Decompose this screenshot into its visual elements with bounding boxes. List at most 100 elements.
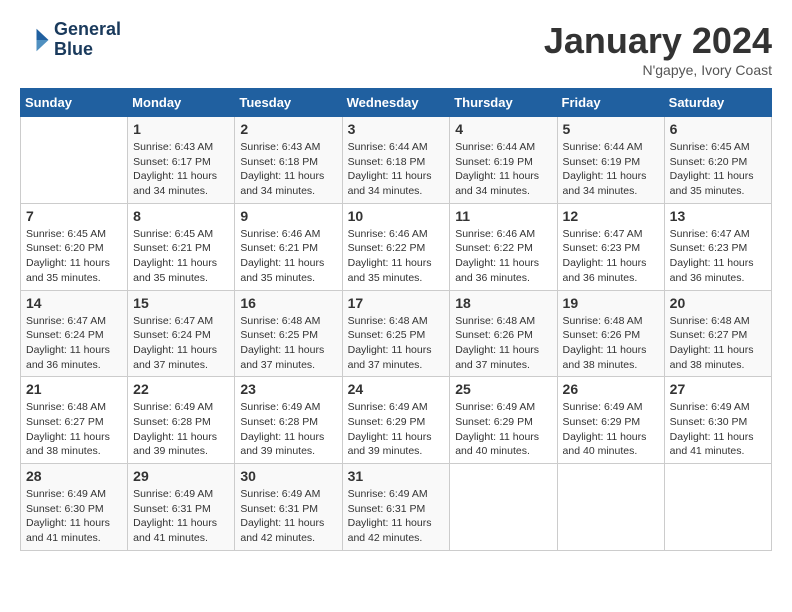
- weekday-header: Wednesday: [342, 89, 450, 117]
- cell-info: Sunrise: 6:44 AM Sunset: 6:19 PM Dayligh…: [455, 140, 551, 199]
- day-number: 8: [133, 208, 229, 224]
- cell-info: Sunrise: 6:49 AM Sunset: 6:29 PM Dayligh…: [348, 400, 445, 459]
- location: N'gapye, Ivory Coast: [544, 62, 772, 78]
- cell-info: Sunrise: 6:43 AM Sunset: 6:17 PM Dayligh…: [133, 140, 229, 199]
- calendar-cell: 23 Sunrise: 6:49 AM Sunset: 6:28 PM Dayli…: [235, 377, 342, 464]
- day-number: 5: [563, 121, 659, 137]
- cell-info: Sunrise: 6:45 AM Sunset: 6:20 PM Dayligh…: [26, 227, 122, 286]
- day-number: 25: [455, 381, 551, 397]
- calendar-cell: 15 Sunrise: 6:47 AM Sunset: 6:24 PM Dayli…: [128, 290, 235, 377]
- calendar-cell: 1Sunrise: 6:43 AM Sunset: 6:17 PM Daylig…: [128, 117, 235, 204]
- day-number: 22: [133, 381, 229, 397]
- cell-info: Sunrise: 6:49 AM Sunset: 6:30 PM Dayligh…: [26, 487, 122, 546]
- calendar-cell: 5 Sunrise: 6:44 AM Sunset: 6:19 PM Daylig…: [557, 117, 664, 204]
- cell-info: Sunrise: 6:49 AM Sunset: 6:31 PM Dayligh…: [240, 487, 336, 546]
- day-number: 30: [240, 468, 336, 484]
- cell-info: Sunrise: 6:45 AM Sunset: 6:21 PM Dayligh…: [133, 227, 229, 286]
- calendar-cell: [450, 464, 557, 551]
- logo-text: General Blue: [54, 20, 121, 60]
- day-number: 23: [240, 381, 336, 397]
- calendar-table: SundayMondayTuesdayWednesdayThursdayFrid…: [20, 88, 772, 551]
- cell-info: Sunrise: 6:49 AM Sunset: 6:28 PM Dayligh…: [133, 400, 229, 459]
- calendar-cell: 12 Sunrise: 6:47 AM Sunset: 6:23 PM Dayli…: [557, 203, 664, 290]
- calendar-cell: 16 Sunrise: 6:48 AM Sunset: 6:25 PM Dayli…: [235, 290, 342, 377]
- logo: General Blue: [20, 20, 121, 60]
- cell-info: Sunrise: 6:49 AM Sunset: 6:28 PM Dayligh…: [240, 400, 336, 459]
- weekday-header: Saturday: [664, 89, 771, 117]
- calendar-cell: 28 Sunrise: 6:49 AM Sunset: 6:30 PM Dayli…: [21, 464, 128, 551]
- cell-info: Sunrise: 6:48 AM Sunset: 6:27 PM Dayligh…: [670, 314, 766, 373]
- day-number: 9: [240, 208, 336, 224]
- calendar-cell: 24 Sunrise: 6:49 AM Sunset: 6:29 PM Dayli…: [342, 377, 450, 464]
- day-number: 21: [26, 381, 122, 397]
- cell-info: Sunrise: 6:47 AM Sunset: 6:24 PM Dayligh…: [133, 314, 229, 373]
- cell-info: Sunrise: 6:46 AM Sunset: 6:21 PM Dayligh…: [240, 227, 336, 286]
- day-number: 6: [670, 121, 766, 137]
- day-number: 13: [670, 208, 766, 224]
- cell-info: Sunrise: 6:44 AM Sunset: 6:19 PM Dayligh…: [563, 140, 659, 199]
- cell-info: Sunrise: 6:44 AM Sunset: 6:18 PM Dayligh…: [348, 140, 445, 199]
- day-number: 31: [348, 468, 445, 484]
- cell-info: Sunrise: 6:48 AM Sunset: 6:25 PM Dayligh…: [348, 314, 445, 373]
- day-number: 26: [563, 381, 659, 397]
- cell-info: Sunrise: 6:48 AM Sunset: 6:26 PM Dayligh…: [563, 314, 659, 373]
- cell-info: Sunrise: 6:46 AM Sunset: 6:22 PM Dayligh…: [455, 227, 551, 286]
- calendar-cell: 21 Sunrise: 6:48 AM Sunset: 6:27 PM Dayli…: [21, 377, 128, 464]
- calendar-cell: 18 Sunrise: 6:48 AM Sunset: 6:26 PM Dayli…: [450, 290, 557, 377]
- cell-info: Sunrise: 6:49 AM Sunset: 6:31 PM Dayligh…: [133, 487, 229, 546]
- day-number: 4: [455, 121, 551, 137]
- calendar-cell: 11 Sunrise: 6:46 AM Sunset: 6:22 PM Dayli…: [450, 203, 557, 290]
- calendar-cell: 25 Sunrise: 6:49 AM Sunset: 6:29 PM Dayli…: [450, 377, 557, 464]
- day-number: 10: [348, 208, 445, 224]
- calendar-cell: 20 Sunrise: 6:48 AM Sunset: 6:27 PM Dayli…: [664, 290, 771, 377]
- calendar-cell: 31 Sunrise: 6:49 AM Sunset: 6:31 PM Dayli…: [342, 464, 450, 551]
- calendar-cell: [664, 464, 771, 551]
- cell-info: Sunrise: 6:48 AM Sunset: 6:27 PM Dayligh…: [26, 400, 122, 459]
- calendar-cell: 22 Sunrise: 6:49 AM Sunset: 6:28 PM Dayli…: [128, 377, 235, 464]
- calendar-cell: 17Sunrise: 6:48 AM Sunset: 6:25 PM Dayli…: [342, 290, 450, 377]
- cell-info: Sunrise: 6:47 AM Sunset: 6:23 PM Dayligh…: [670, 227, 766, 286]
- calendar-cell: 9 Sunrise: 6:46 AM Sunset: 6:21 PM Daylig…: [235, 203, 342, 290]
- weekday-header: Friday: [557, 89, 664, 117]
- month-title: January 2024: [544, 20, 772, 62]
- day-number: 18: [455, 295, 551, 311]
- cell-info: Sunrise: 6:47 AM Sunset: 6:24 PM Dayligh…: [26, 314, 122, 373]
- day-number: 16: [240, 295, 336, 311]
- weekday-header: Thursday: [450, 89, 557, 117]
- calendar-cell: 27 Sunrise: 6:49 AM Sunset: 6:30 PM Dayli…: [664, 377, 771, 464]
- calendar-cell: 6 Sunrise: 6:45 AM Sunset: 6:20 PM Daylig…: [664, 117, 771, 204]
- day-number: 19: [563, 295, 659, 311]
- cell-info: Sunrise: 6:49 AM Sunset: 6:29 PM Dayligh…: [455, 400, 551, 459]
- calendar-cell: [557, 464, 664, 551]
- calendar-cell: [21, 117, 128, 204]
- calendar-cell: 8 Sunrise: 6:45 AM Sunset: 6:21 PM Daylig…: [128, 203, 235, 290]
- weekday-header: Monday: [128, 89, 235, 117]
- day-number: 28: [26, 468, 122, 484]
- calendar-cell: 13 Sunrise: 6:47 AM Sunset: 6:23 PM Dayli…: [664, 203, 771, 290]
- cell-info: Sunrise: 6:49 AM Sunset: 6:29 PM Dayligh…: [563, 400, 659, 459]
- logo-icon: [20, 25, 50, 55]
- cell-info: Sunrise: 6:43 AM Sunset: 6:18 PM Dayligh…: [240, 140, 336, 199]
- cell-info: Sunrise: 6:49 AM Sunset: 6:30 PM Dayligh…: [670, 400, 766, 459]
- weekday-header: Sunday: [21, 89, 128, 117]
- calendar-cell: 2 Sunrise: 6:43 AM Sunset: 6:18 PM Daylig…: [235, 117, 342, 204]
- cell-info: Sunrise: 6:45 AM Sunset: 6:20 PM Dayligh…: [670, 140, 766, 199]
- calendar-cell: 26 Sunrise: 6:49 AM Sunset: 6:29 PM Dayli…: [557, 377, 664, 464]
- cell-info: Sunrise: 6:49 AM Sunset: 6:31 PM Dayligh…: [348, 487, 445, 546]
- day-number: 11: [455, 208, 551, 224]
- page-header: General Blue January 2024 N'gapye, Ivory…: [20, 20, 772, 78]
- day-number: 27: [670, 381, 766, 397]
- cell-info: Sunrise: 6:48 AM Sunset: 6:25 PM Dayligh…: [240, 314, 336, 373]
- day-number: 2: [240, 121, 336, 137]
- day-number: 24: [348, 381, 445, 397]
- calendar-cell: 10Sunrise: 6:46 AM Sunset: 6:22 PM Dayli…: [342, 203, 450, 290]
- title-block: January 2024 N'gapye, Ivory Coast: [544, 20, 772, 78]
- day-number: 20: [670, 295, 766, 311]
- cell-info: Sunrise: 6:48 AM Sunset: 6:26 PM Dayligh…: [455, 314, 551, 373]
- calendar-cell: 30 Sunrise: 6:49 AM Sunset: 6:31 PM Dayli…: [235, 464, 342, 551]
- calendar-cell: 7Sunrise: 6:45 AM Sunset: 6:20 PM Daylig…: [21, 203, 128, 290]
- day-number: 12: [563, 208, 659, 224]
- calendar-cell: 19 Sunrise: 6:48 AM Sunset: 6:26 PM Dayli…: [557, 290, 664, 377]
- cell-info: Sunrise: 6:47 AM Sunset: 6:23 PM Dayligh…: [563, 227, 659, 286]
- day-number: 15: [133, 295, 229, 311]
